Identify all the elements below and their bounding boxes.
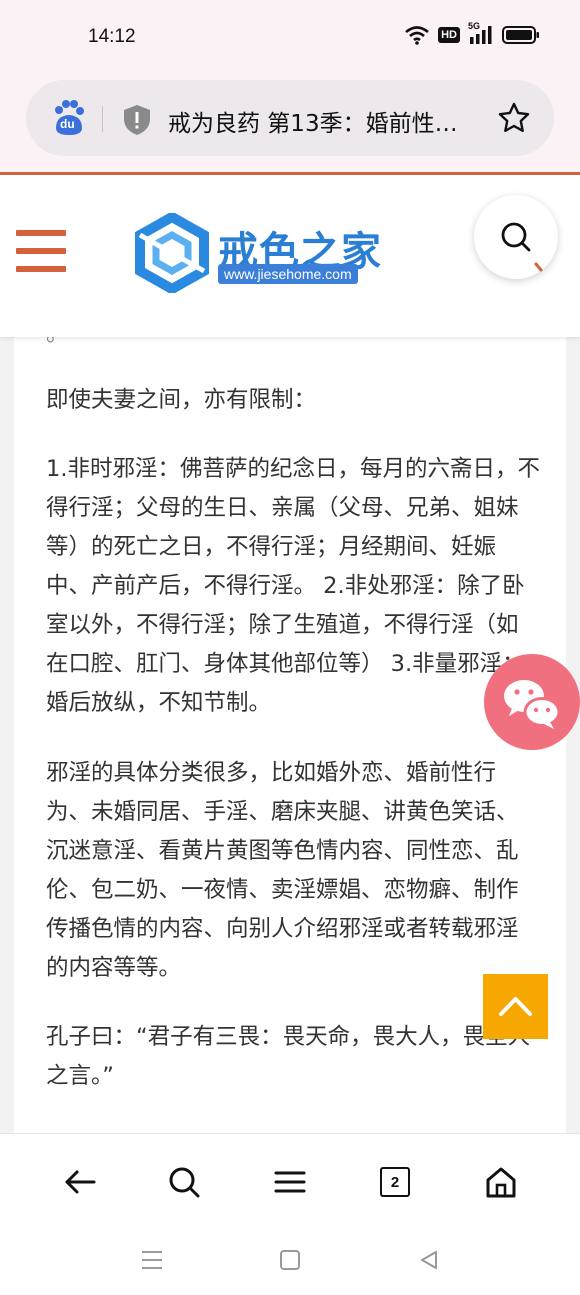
status-time: 14:12 (88, 26, 136, 47)
browser-bottom-nav: 2 (0, 1133, 580, 1228)
shield-icon[interactable] (122, 104, 152, 140)
menu-icon (274, 1171, 306, 1193)
browser-toolbar: du 戒为良药 第13季：婚前性… (0, 74, 580, 172)
menu-button[interactable] (270, 1162, 310, 1202)
back-button[interactable] (60, 1162, 100, 1202)
logo-url: www.jiesehome.com (218, 264, 358, 284)
page-title[interactable]: 戒为良药 第13季：婚前性… (168, 104, 484, 138)
site-logo[interactable]: 戒色之家 www.jiesehome.com (132, 213, 392, 293)
baidu-paw-icon[interactable]: du (52, 100, 86, 136)
bookmark-star-icon[interactable] (498, 102, 530, 138)
search-icon (501, 222, 543, 272)
chevron-up-icon (499, 997, 532, 1016)
home-icon (486, 1167, 516, 1198)
article-paragraph: 即使夫妻之间，亦有限制： (46, 387, 317, 413)
status-icons: HD 5G (404, 21, 540, 46)
tabs-count-icon: 2 (380, 1167, 410, 1197)
back-triangle-icon[interactable] (418, 1249, 440, 1271)
back-to-top-button[interactable] (483, 974, 548, 1039)
article-paragraph: 邪淫的具体分类很多，比如婚外恋、婚前性行为、未婚同居、手淫、磨床夹腿、讲黄色笑话… (46, 760, 519, 981)
home-button[interactable] (481, 1162, 521, 1202)
site-header: 戒色之家 www.jiesehome.com (0, 175, 580, 337)
5g-signal-icon: 5G (468, 21, 494, 46)
article-cut-line: 。 (46, 337, 540, 354)
wifi-icon (405, 26, 429, 45)
arrow-left-icon (65, 1170, 96, 1194)
logo-hexagon-icon (135, 213, 209, 293)
recent-apps-icon[interactable] (140, 1249, 164, 1271)
divider (102, 106, 103, 132)
hd-icon: HD (438, 27, 460, 43)
article-paragraph: 1.非时邪淫：佛菩萨的纪念日，每月的六斋日，不得行淫；父母的生日、亲属（父母、兄… (46, 456, 540, 716)
address-bar[interactable]: du 戒为良药 第13季：婚前性… (26, 80, 554, 156)
nav-search-button[interactable] (164, 1162, 204, 1202)
battery-icon (502, 26, 539, 44)
system-nav-bar (0, 1227, 580, 1295)
menu-icon[interactable] (16, 230, 66, 272)
tabs-button[interactable]: 2 (375, 1162, 415, 1202)
wechat-icon (504, 680, 561, 729)
search-button[interactable] (474, 195, 558, 279)
article-paragraph: 孔子曰：“君子有三畏：畏天命，畏大人，畏圣人之言。” (46, 1024, 531, 1089)
status-bar: 14:12 HD 5G (0, 0, 580, 74)
home-square-icon[interactable] (279, 1249, 301, 1271)
search-icon (169, 1167, 200, 1198)
wechat-share-button[interactable] (484, 654, 580, 750)
